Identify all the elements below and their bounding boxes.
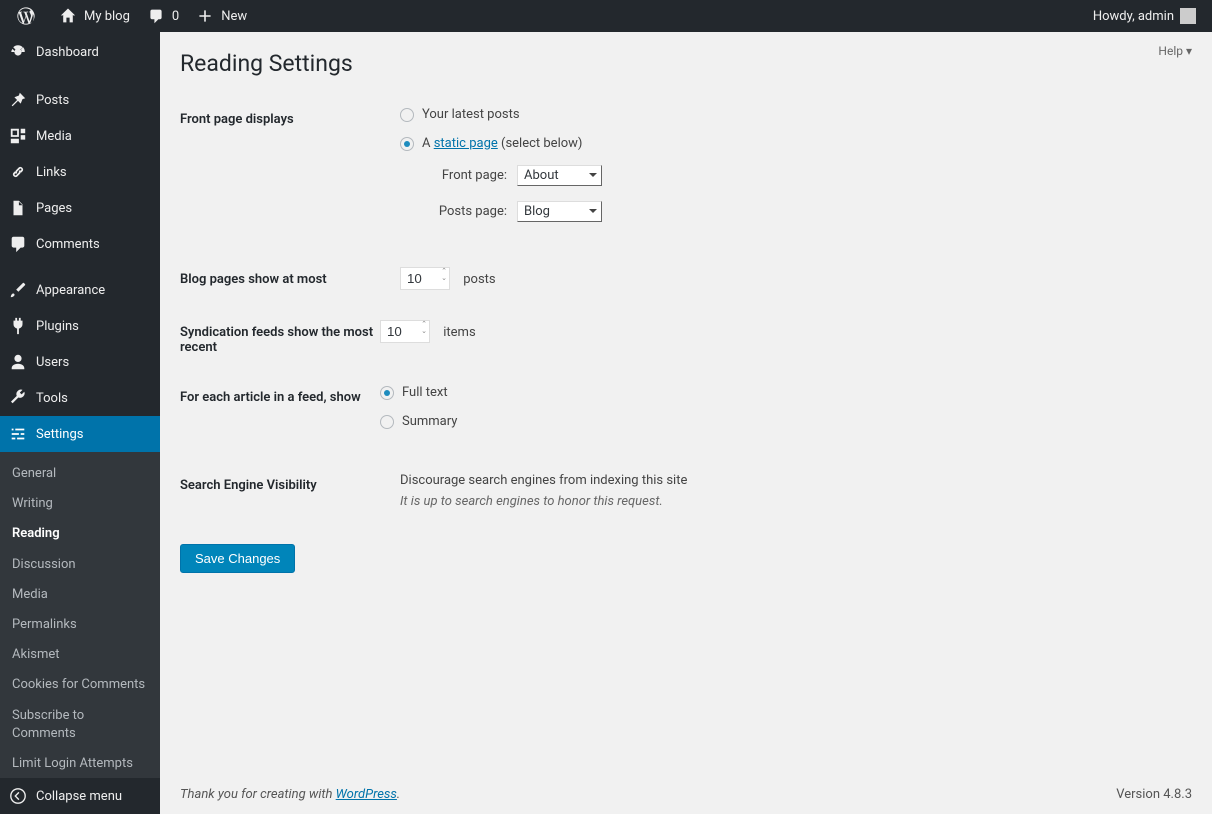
admin-sidebar: Dashboard Posts Media Links Pages Commen… (0, 32, 160, 814)
label-syndication: Syndication feeds show the most recent (180, 320, 380, 355)
label-front-page-displays: Front page displays (180, 107, 400, 127)
page-title: Reading Settings (180, 32, 1192, 92)
save-button[interactable]: Save Changes (180, 544, 295, 573)
menu-comments[interactable]: Comments (0, 226, 160, 262)
menu-settings[interactable]: Settings (0, 416, 160, 452)
home-icon (58, 6, 78, 26)
radio-icon (380, 386, 394, 400)
label-front-page: Front page: (422, 168, 507, 183)
submenu-cookies[interactable]: Cookies for Comments (0, 670, 160, 700)
wordpress-icon (16, 6, 36, 26)
menu-tools[interactable]: Tools (0, 380, 160, 416)
submenu-media[interactable]: Media (0, 580, 160, 610)
comment-icon (146, 6, 166, 26)
menu-appearance[interactable]: Appearance (0, 272, 160, 308)
menu-dashboard[interactable]: Dashboard (0, 32, 160, 72)
submenu-limit-login[interactable]: Limit Login Attempts (0, 749, 160, 779)
pin-icon (8, 90, 28, 110)
page-icon (8, 198, 28, 218)
label-posts-page: Posts page: (422, 204, 507, 219)
avatar (1180, 8, 1196, 24)
version-text: Version 4.8.3 (1116, 787, 1192, 802)
sliders-icon (8, 424, 28, 444)
label-blog-pages: Blog pages show at most (180, 267, 400, 287)
menu-plugins[interactable]: Plugins (0, 308, 160, 344)
menu-posts[interactable]: Posts (0, 82, 160, 118)
submenu-reading[interactable]: Reading (0, 519, 160, 549)
chevron-down-icon: ▾ (1186, 44, 1192, 58)
plus-icon (195, 6, 215, 26)
brush-icon (8, 280, 28, 300)
input-posts-per-page[interactable] (400, 267, 450, 290)
collapse-menu[interactable]: Collapse menu (0, 778, 160, 814)
label-search-visibility: Search Engine Visibility (180, 473, 400, 493)
wordpress-link[interactable]: WordPress (336, 787, 397, 802)
dashboard-icon (8, 42, 28, 62)
select-posts-page[interactable]: Blog (517, 201, 602, 222)
wrench-icon (8, 388, 28, 408)
footer: Thank you for creating with WordPress. V… (180, 787, 1192, 802)
comments-link[interactable]: 0 (138, 0, 187, 32)
menu-pages[interactable]: Pages (0, 190, 160, 226)
submenu-permalinks[interactable]: Permalinks (0, 610, 160, 640)
select-front-page[interactable]: About (517, 165, 602, 186)
plug-icon (8, 316, 28, 336)
submenu-discussion[interactable]: Discussion (0, 550, 160, 580)
wp-logo[interactable] (8, 0, 50, 32)
radio-static-page[interactable]: A static page (select below) (400, 136, 1192, 151)
howdy-text: Howdy, admin (1093, 9, 1174, 24)
radio-summary[interactable]: Summary (380, 414, 1192, 429)
label-feed-article: For each article in a feed, show (180, 385, 380, 405)
user-icon (8, 352, 28, 372)
menu-users[interactable]: Users (0, 344, 160, 380)
admin-bar: My blog 0 New Howdy, admin (0, 0, 1212, 32)
submenu-writing[interactable]: Writing (0, 489, 160, 519)
radio-icon (400, 137, 414, 151)
new-content-link[interactable]: New (187, 0, 255, 32)
link-icon (8, 162, 28, 182)
account-link[interactable]: Howdy, admin (1085, 0, 1204, 32)
radio-icon (380, 415, 394, 429)
radio-full-text[interactable]: Full text (380, 385, 1192, 400)
submenu-general[interactable]: General (0, 459, 160, 489)
media-icon (8, 126, 28, 146)
radio-latest-posts[interactable]: Your latest posts (400, 107, 1192, 122)
checkbox-discourage[interactable]: Discourage search engines from indexing … (400, 473, 1192, 488)
input-rss-items[interactable] (380, 320, 430, 343)
comments-icon (8, 234, 28, 254)
submenu-akismet[interactable]: Akismet (0, 640, 160, 670)
radio-icon (400, 108, 414, 122)
submenu-subscribe[interactable]: Subscribe to Comments (0, 701, 160, 749)
content-area: Help ▾ Reading Settings Front page displ… (160, 32, 1212, 814)
search-visibility-note: It is up to search engines to honor this… (400, 494, 1192, 509)
site-name-link[interactable]: My blog (50, 0, 138, 32)
menu-links[interactable]: Links (0, 154, 160, 190)
comments-count: 0 (172, 9, 179, 24)
suffix-posts: posts (463, 272, 495, 287)
settings-submenu: General Writing Reading Discussion Media… (0, 452, 160, 786)
collapse-icon (8, 786, 28, 806)
help-tab[interactable]: Help ▾ (1158, 44, 1192, 58)
static-page-link[interactable]: static page (434, 136, 498, 151)
site-name: My blog (84, 9, 130, 24)
suffix-items: items (443, 325, 475, 340)
menu-media[interactable]: Media (0, 118, 160, 154)
new-label: New (221, 9, 247, 24)
